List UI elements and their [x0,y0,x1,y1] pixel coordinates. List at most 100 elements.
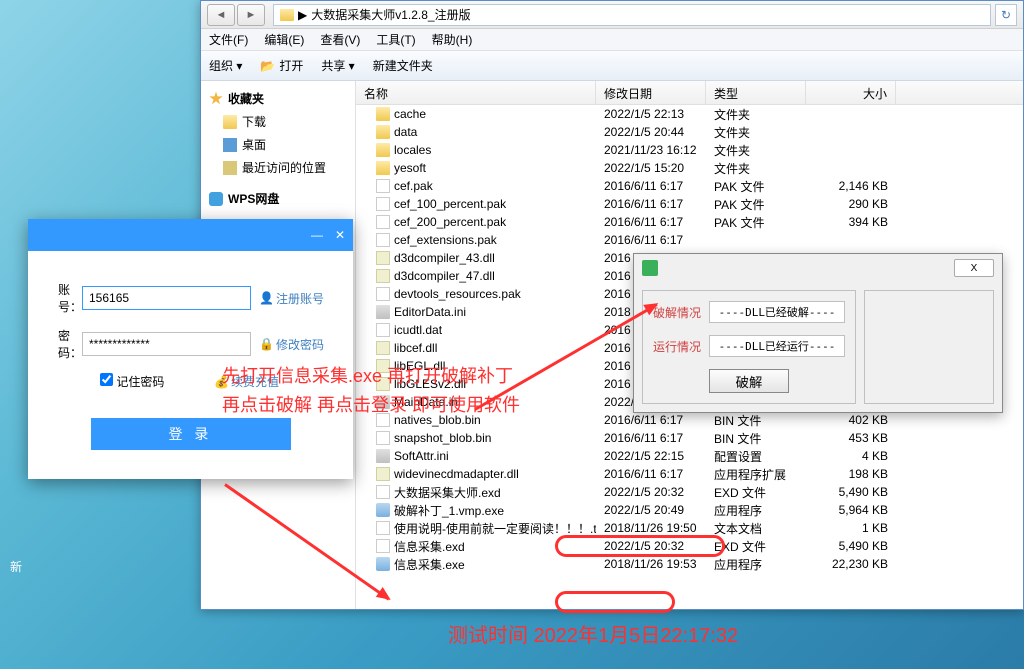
star-icon [209,92,223,106]
file-icon [376,143,390,157]
file-name: data [394,125,417,139]
file-row[interactable]: widevinecdmadapter.dll2016/6/11 6:17应用程序… [356,465,1023,483]
file-type: BIN 文件 [706,412,806,429]
file-row[interactable]: cef.pak2016/6/11 6:17PAK 文件2,146 KB [356,177,1023,195]
menu-file[interactable]: 文件(F) [209,31,248,48]
col-size[interactable]: 大小 [806,81,896,104]
minimize-button[interactable]: — [311,228,323,242]
nav-back-button[interactable]: ◄ [207,4,235,26]
file-row[interactable]: data2022/1/5 20:44文件夹 [356,123,1023,141]
file-icon [376,161,390,175]
account-label: 账号： [58,281,82,315]
crack-button[interactable]: 破解 [709,369,789,393]
explorer-toolbar: 组织 ▾ 📂 打开 共享 ▾ 新建文件夹 [201,51,1023,81]
file-type: 文件夹 [706,142,806,159]
file-row[interactable]: cef_extensions.pak2016/6/11 6:17 [356,231,1023,249]
file-type: PAK 文件 [706,196,806,213]
account-input[interactable] [82,286,251,310]
sidebar-recent[interactable]: 最近访问的位置 [201,156,355,179]
file-date: 2016/6/11 6:17 [596,413,706,427]
tb-share[interactable]: 共享 ▾ [321,57,354,74]
login-window: — ✕ 账号： 👤注册账号 密码： 🔒修改密码 记住密码 💰续费充值 登 录 [28,219,353,479]
file-icon [376,305,390,319]
file-icon [376,521,390,535]
taskbar-item[interactable]: 新 [6,556,26,576]
file-name: libEGL.dll [394,359,445,373]
sidebar-downloads[interactable]: 下载 [201,110,355,133]
file-type: 配置设置 [706,448,806,465]
tb-newfolder[interactable]: 新建文件夹 [373,57,433,74]
nav-forward-button[interactable]: ► [237,4,265,26]
password-input[interactable] [82,332,251,356]
sidebar-wps[interactable]: WPS网盘 [201,187,355,210]
crack-close-button[interactable]: X [954,259,994,277]
menu-tools[interactable]: 工具(T) [376,31,415,48]
sidebar-desktop[interactable]: 桌面 [201,133,355,156]
file-name: locales [394,143,431,157]
file-row[interactable]: natives_blob.bin2016/6/11 6:17BIN 文件402 … [356,411,1023,429]
file-icon [376,197,390,211]
file-row[interactable]: SoftAttr.ini2022/1/5 22:15配置设置4 KB [356,447,1023,465]
close-button[interactable]: ✕ [335,228,345,242]
file-icon [376,539,390,553]
menu-help[interactable]: 帮助(H) [432,31,473,48]
file-date: 2022/1/5 20:32 [596,539,706,553]
file-row[interactable]: 信息采集.exe2018/11/26 19:53应用程序22,230 KB [356,555,1023,573]
file-date: 2018/11/26 19:53 [596,557,706,571]
file-type: 文件夹 [706,160,806,177]
file-icon [376,431,390,445]
tb-organize[interactable]: 组织 ▾ [209,57,242,74]
file-icon [376,395,390,409]
remember-checkbox[interactable]: 记住密码 [100,373,164,390]
file-date: 2016/6/11 6:17 [596,215,706,229]
file-date: 2016/6/11 6:17 [596,467,706,481]
crack-window: X 破解情况 ----DLL已经破解---- 运行情况 ----DLL已经运行-… [633,253,1003,413]
folder-icon [280,9,294,21]
file-type: 文本文档 [706,520,806,537]
file-name: cef_extensions.pak [394,233,497,247]
file-row[interactable]: 破解补丁_1.vmp.exe2022/1/5 20:49应用程序5,964 KB [356,501,1023,519]
file-date: 2022/1/5 20:32 [596,485,706,499]
file-icon [376,503,390,517]
crack-status1-label: 破解情况 [653,304,701,321]
file-row[interactable]: locales2021/11/23 16:12文件夹 [356,141,1023,159]
col-name[interactable]: 名称 [356,81,596,104]
file-date: 2016/6/11 6:17 [596,431,706,445]
register-link[interactable]: 👤注册账号 [259,290,324,307]
file-row[interactable]: cache2022/1/5 22:13文件夹 [356,105,1023,123]
col-type[interactable]: 类型 [706,81,806,104]
file-icon [376,125,390,139]
file-icon [376,341,390,355]
file-size: 198 KB [806,467,896,481]
file-name: 使用说明-使用前就一定要阅读！！！.txt [394,520,596,537]
changepwd-link[interactable]: 🔒修改密码 [259,336,324,353]
file-row[interactable]: snapshot_blob.bin2016/6/11 6:17BIN 文件453… [356,429,1023,447]
address-bar[interactable]: ▶ 大数据采集大师v1.2.8_注册版 [273,4,991,26]
file-row[interactable]: cef_100_percent.pak2016/6/11 6:17PAK 文件2… [356,195,1023,213]
file-row[interactable]: cef_200_percent.pak2016/6/11 6:17PAK 文件3… [356,213,1023,231]
file-size: 22,230 KB [806,557,896,571]
file-icon [376,233,390,247]
file-row[interactable]: yesoft2022/1/5 15:20文件夹 [356,159,1023,177]
file-name: cef_200_percent.pak [394,215,506,229]
file-date: 2016/6/11 6:17 [596,179,706,193]
menu-view[interactable]: 查看(V) [320,31,360,48]
file-size: 4 KB [806,449,896,463]
file-type: PAK 文件 [706,178,806,195]
col-date[interactable]: 修改日期 [596,81,706,104]
tb-open[interactable]: 📂 打开 [260,57,303,74]
menu-edit[interactable]: 编辑(E) [264,31,304,48]
login-button[interactable]: 登 录 [91,418,291,450]
app-icon [642,260,658,276]
file-row[interactable]: 使用说明-使用前就一定要阅读！！！.txt2018/11/26 19:50文本文… [356,519,1023,537]
refresh-button[interactable]: ↻ [995,4,1017,26]
menu-bar: 文件(F) 编辑(E) 查看(V) 工具(T) 帮助(H) [201,29,1023,51]
file-type: 应用程序 [706,556,806,573]
sidebar-favorites[interactable]: 收藏夹 [201,87,355,110]
file-row[interactable]: 大数据采集大师.exd2022/1/5 20:32EXD 文件5,490 KB [356,483,1023,501]
file-icon [376,107,390,121]
recharge-link[interactable]: 💰续费充值 [214,373,279,390]
file-icon [376,449,390,463]
file-row[interactable]: 信息采集.exd2022/1/5 20:32EXD 文件5,490 KB [356,537,1023,555]
file-size: 2,146 KB [806,179,896,193]
